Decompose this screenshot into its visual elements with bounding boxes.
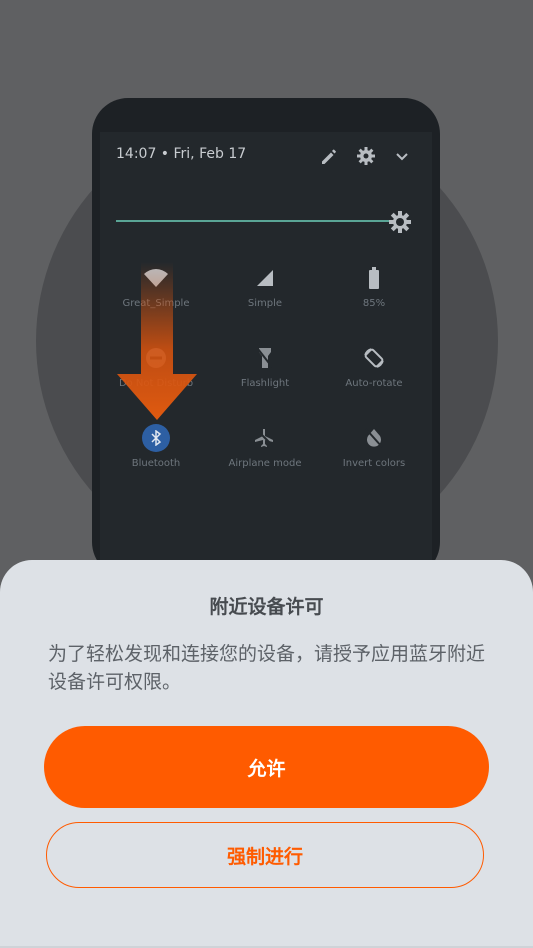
force-proceed-button[interactable]: 强制进行 <box>46 822 484 888</box>
gear-icon <box>357 147 375 165</box>
status-time: 14:07 • Fri, Feb 17 <box>116 146 247 162</box>
tile-invert-colors: Invert colors <box>319 424 429 469</box>
tile-signal: Simple <box>210 264 320 309</box>
dialog-message: 为了轻松发现和连接您的设备，请授予应用蓝牙附近设备许可权限。 <box>48 643 486 693</box>
flashlight-icon <box>257 348 273 368</box>
edit-icon <box>322 149 336 164</box>
brightness-slider-track <box>116 220 392 222</box>
tile-bluetooth: Bluetooth <box>101 424 211 469</box>
auto-rotate-icon <box>364 348 384 368</box>
tile-label: Airplane mode <box>228 458 302 469</box>
allow-button[interactable]: 允许 <box>44 726 489 808</box>
tile-label: Auto-rotate <box>345 378 403 389</box>
tile-label: 85% <box>362 298 386 309</box>
tile-flashlight: Flashlight <box>210 344 320 389</box>
swipe-down-arrow-icon <box>117 262 197 420</box>
tile-airplane-mode: Airplane mode <box>210 424 320 469</box>
chevron-down-icon <box>396 153 408 161</box>
signal-icon <box>257 270 273 286</box>
bluetooth-active-indicator <box>142 424 170 452</box>
permission-bottom-sheet: 附近设备许可 为了轻松发现和连接您的设备，请授予应用蓝牙附近设备许可权限。 允许… <box>0 560 533 948</box>
tile-label: Simple <box>247 298 283 309</box>
airplane-icon <box>255 429 274 447</box>
tile-label: Flashlight <box>240 378 290 389</box>
dialog-title: 附近设备许可 <box>209 596 324 618</box>
bluetooth-icon <box>151 430 162 446</box>
invert-colors-icon <box>365 428 383 448</box>
battery-icon <box>369 267 379 289</box>
tile-battery: 85% <box>319 264 429 309</box>
brightness-icon <box>389 211 411 233</box>
tile-label: Bluetooth <box>131 458 181 469</box>
tile-label: Invert colors <box>342 458 406 469</box>
tile-auto-rotate: Auto-rotate <box>319 344 429 389</box>
